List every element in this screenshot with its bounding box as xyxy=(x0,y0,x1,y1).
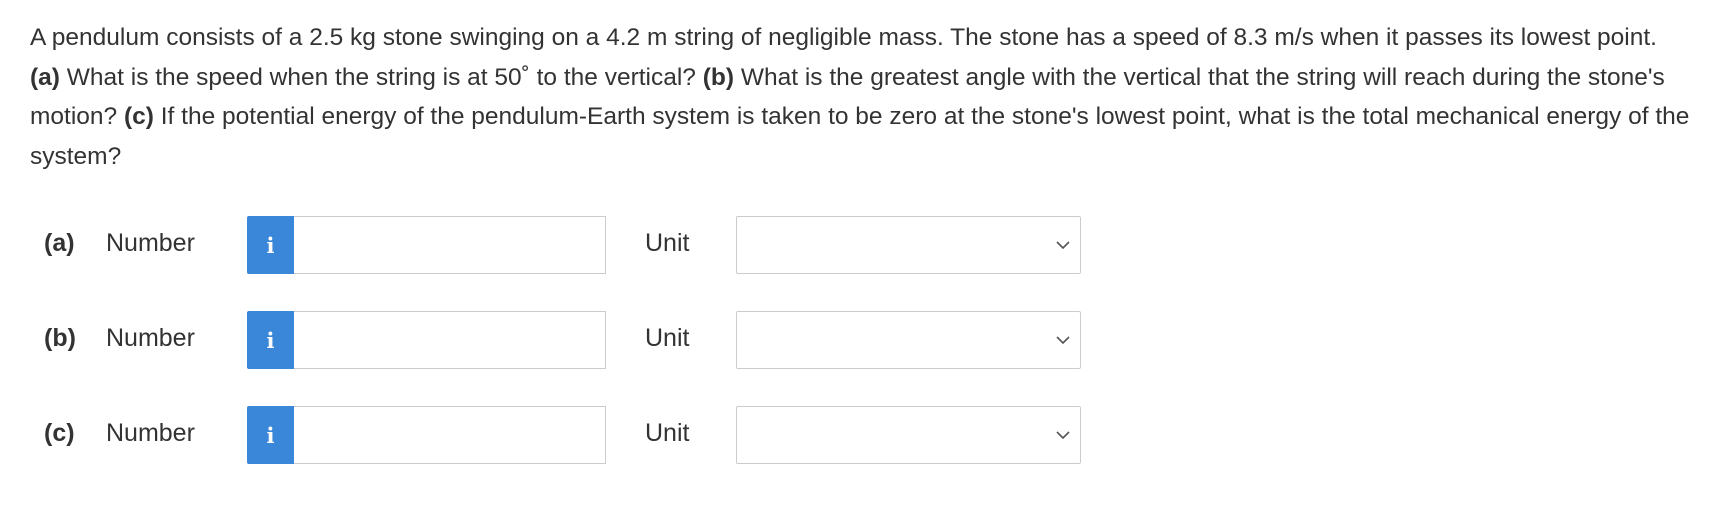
unit-label: Unit xyxy=(645,324,690,352)
number-label: Number xyxy=(106,229,195,257)
unit-dropdown-c[interactable] xyxy=(736,406,1081,464)
question-text: A pendulum consists of a 2.5 kg stone sw… xyxy=(30,18,1690,176)
number-input-c[interactable] xyxy=(294,406,606,464)
number-label: Number xyxy=(106,419,195,447)
part-b-label: (b) xyxy=(702,63,735,91)
info-icon[interactable]: i xyxy=(247,311,294,369)
answer-part-label: (a) xyxy=(44,229,75,257)
number-input-a[interactable] xyxy=(294,216,606,274)
answer-row-c: (c) Number i Unit xyxy=(44,406,1084,464)
part-c-label: (c) xyxy=(123,103,154,130)
unit-dropdown-a[interactable] xyxy=(736,216,1081,274)
part-a-text: What is the speed when the string is at … xyxy=(66,63,696,91)
chevron-down-icon xyxy=(1056,431,1070,440)
part-a-label: (a) xyxy=(30,63,60,91)
number-label: Number xyxy=(106,324,195,352)
question-intro: A pendulum consists of a 2.5 kg stone sw… xyxy=(30,24,1657,51)
chevron-down-icon xyxy=(1056,336,1070,345)
chevron-down-icon xyxy=(1056,241,1070,250)
number-input-b[interactable] xyxy=(294,311,606,369)
info-icon[interactable]: i xyxy=(247,216,294,274)
answer-row-a: (a) Number i Unit xyxy=(44,216,1084,274)
part-c-text: If the potential energy of the pendulum-… xyxy=(30,103,1690,170)
unit-dropdown-b[interactable] xyxy=(736,311,1081,369)
unit-label: Unit xyxy=(645,419,690,447)
unit-label: Unit xyxy=(645,229,690,257)
answer-part-label: (c) xyxy=(44,419,75,447)
answer-row-b: (b) Number i Unit xyxy=(44,311,1084,369)
info-icon[interactable]: i xyxy=(247,406,294,464)
answer-part-label: (b) xyxy=(44,324,76,352)
